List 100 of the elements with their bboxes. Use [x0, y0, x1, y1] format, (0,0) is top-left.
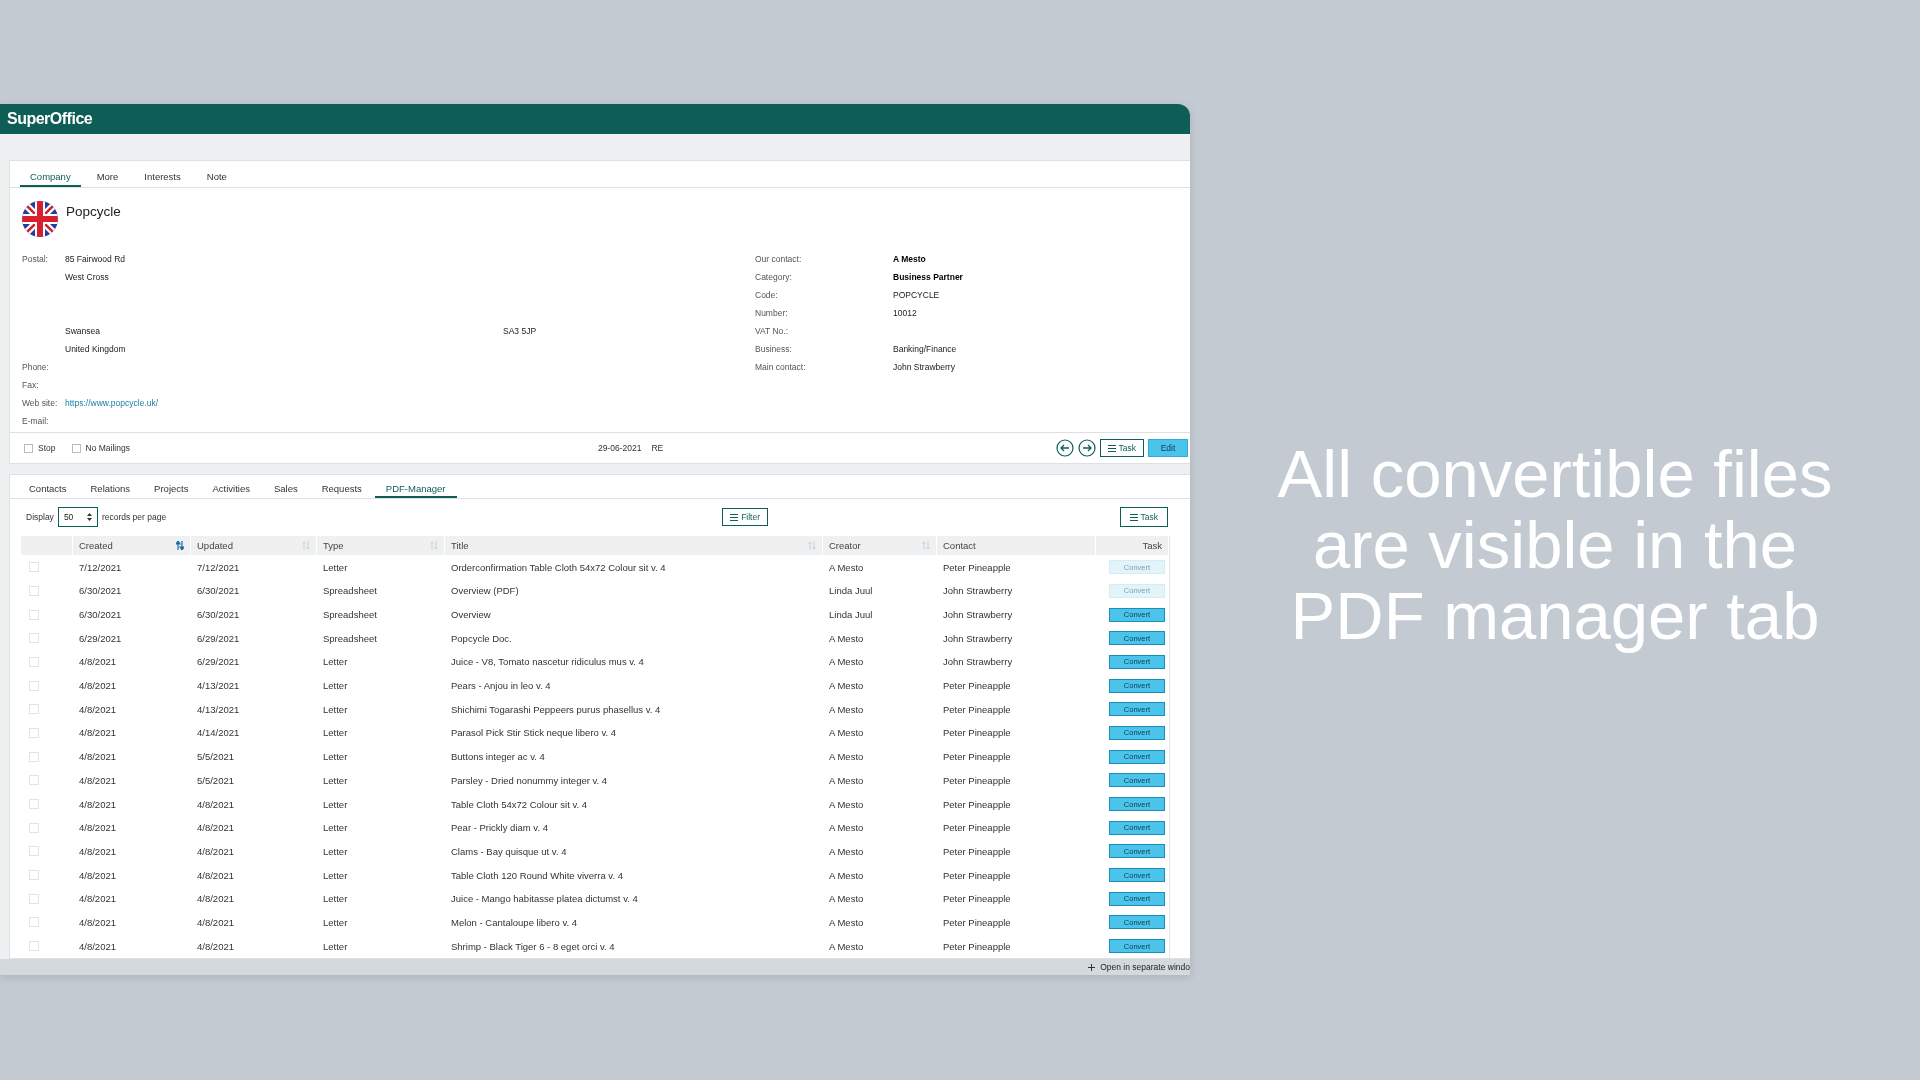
- table-cell-text: A Mesto: [828, 631, 865, 646]
- table-cell-text: A Mesto: [828, 915, 865, 930]
- column-header[interactable]: Creator: [829, 540, 861, 552]
- column-header[interactable]: Type: [323, 540, 344, 552]
- header-cell[interactable]: Created: [73, 536, 191, 556]
- field-value: John Strawberry: [893, 362, 956, 372]
- table-cell-text: A Mesto: [828, 892, 865, 907]
- tab[interactable]: Note: [196, 171, 237, 187]
- table-cell-text: Table Cloth 120 Round White viverra v. 4: [450, 868, 624, 883]
- task-button[interactable]: Task: [1099, 439, 1144, 457]
- company-name: Popcycle: [66, 204, 121, 219]
- row-checkbox[interactable]: [29, 775, 39, 786]
- row-checkbox[interactable]: [29, 799, 39, 809]
- header-cell[interactable]: Title: [445, 536, 823, 556]
- column-header[interactable]: Title: [451, 540, 469, 552]
- table-cell-text: Letter: [322, 797, 349, 812]
- tab[interactable]: More: [86, 171, 129, 187]
- row-checkbox[interactable]: [29, 822, 39, 833]
- table-cell-text: 5/5/2021: [196, 750, 235, 765]
- website-link[interactable]: https://www.popcycle.uk/: [65, 398, 503, 408]
- table-cell-text: Peter Pineapple: [942, 844, 1012, 859]
- table-cell-text: A Mesto: [828, 868, 865, 883]
- tab[interactable]: Company: [20, 171, 81, 187]
- header-cell[interactable]: Contact: [937, 536, 1096, 556]
- row-checkbox[interactable]: [29, 633, 39, 644]
- row-checkbox[interactable]: [29, 727, 39, 738]
- column-header[interactable]: Updated: [197, 540, 233, 552]
- table-cell-text: 7/12/2021: [78, 560, 123, 575]
- tab[interactable]: PDF-Manager: [374, 482, 457, 498]
- row-checkbox[interactable]: [29, 609, 39, 620]
- edit-button[interactable]: Edit: [1148, 439, 1188, 457]
- caption-text: All convertible files are visible in the PDF manager tab: [1276, 437, 1834, 651]
- table-cell-text: 4/13/2021: [196, 679, 241, 694]
- table-cell-text: 4/8/2021: [196, 868, 235, 883]
- filter-button[interactable]: Filter: [722, 508, 769, 527]
- row-checkbox[interactable]: [29, 893, 39, 904]
- row-checkbox[interactable]: [29, 846, 39, 857]
- table-cell-text: 6/30/2021: [78, 608, 123, 622]
- page-size-select[interactable]: 50: [57, 507, 98, 528]
- tab[interactable]: Sales: [262, 482, 309, 498]
- tab[interactable]: Relations: [79, 482, 142, 498]
- table-cell-text: Popcycle Doc.: [450, 631, 513, 646]
- open-window-link[interactable]: Open in separate windo: [1100, 962, 1190, 972]
- checkbox[interactable]: [24, 443, 33, 453]
- table-cell-text: A Mesto: [828, 655, 865, 670]
- header-cell[interactable]: Type: [317, 536, 445, 556]
- table-cell-text: 4/8/2021: [78, 797, 117, 812]
- row-checkbox[interactable]: [29, 870, 39, 881]
- row-checkbox[interactable]: [29, 704, 39, 715]
- table-cell-text: A Mesto: [828, 560, 865, 575]
- table-cell-text: A Mesto: [828, 702, 865, 717]
- column-header[interactable]: Created: [79, 540, 113, 552]
- sort-icon[interactable]: [176, 541, 184, 551]
- header-cell[interactable]: Updated: [191, 536, 317, 556]
- field-label: Our contact:: [755, 254, 803, 264]
- row-checkbox[interactable]: [29, 941, 39, 952]
- table-cell-text: Linda Juul: [828, 608, 874, 622]
- field-value: United Kingdom: [65, 344, 127, 354]
- field-value: POPCYCLE: [893, 290, 941, 300]
- table-cell-text: Peter Pineapple: [942, 868, 1012, 883]
- column-header[interactable]: Task: [1142, 540, 1162, 552]
- column-header[interactable]: Contact: [943, 540, 976, 552]
- table-cell-text: Letter: [322, 679, 349, 694]
- field-label: Phone:: [22, 362, 50, 372]
- table-cell-text: Letter: [322, 726, 349, 741]
- table-cell-text: Letter: [322, 915, 349, 930]
- initials-text: RE: [651, 443, 664, 453]
- field-label: Category:: [755, 272, 793, 282]
- tab[interactable]: Projects: [143, 482, 200, 498]
- row-checkbox[interactable]: [29, 680, 39, 691]
- row-checkbox[interactable]: [29, 917, 39, 928]
- tab[interactable]: Activities: [201, 482, 261, 498]
- row-checkbox[interactable]: [29, 751, 39, 762]
- table-cell-text: Peter Pineapple: [942, 821, 1012, 836]
- table-cell-text: 6/29/2021: [78, 631, 123, 646]
- header-cell[interactable]: Creator: [823, 536, 937, 556]
- field-label: Code:: [755, 290, 779, 300]
- tab[interactable]: Contacts: [18, 482, 78, 498]
- plus-icon: [1088, 963, 1096, 971]
- table-cell-text: A Mesto: [828, 726, 865, 741]
- table-cell-text: 4/8/2021: [78, 915, 117, 930]
- app-logo: SuperOffice: [7, 110, 93, 128]
- table-cell-text: Overview: [450, 608, 492, 622]
- checkbox[interactable]: [71, 443, 81, 453]
- tab[interactable]: Interests: [134, 171, 191, 187]
- table-cell-text: Letter: [322, 844, 349, 859]
- field-value: SA3 5JP: [503, 326, 538, 336]
- table-cell-text: Peter Pineapple: [942, 560, 1012, 575]
- task-button[interactable]: Task: [1119, 507, 1168, 528]
- table-cell-text: Peter Pineapple: [942, 797, 1012, 812]
- table-cell-text: John Strawberry: [942, 608, 1014, 622]
- table-cell-text: 4/8/2021: [78, 868, 117, 883]
- table-cell-text: Table Cloth 54x72 Colour sit v. 4: [450, 797, 589, 812]
- header-cell[interactable]: Task: [1096, 536, 1169, 556]
- table-cell-text: Shichimi Togarashi Peppeers purus phasellus v. 4: [450, 702, 662, 717]
- field-label: E-mail:: [22, 416, 50, 426]
- row-checkbox[interactable]: [29, 656, 39, 667]
- table-cell-text: 4/8/2021: [78, 702, 117, 717]
- table-cell-text: 4/8/2021: [78, 821, 117, 836]
- tab[interactable]: Requests: [310, 482, 373, 498]
